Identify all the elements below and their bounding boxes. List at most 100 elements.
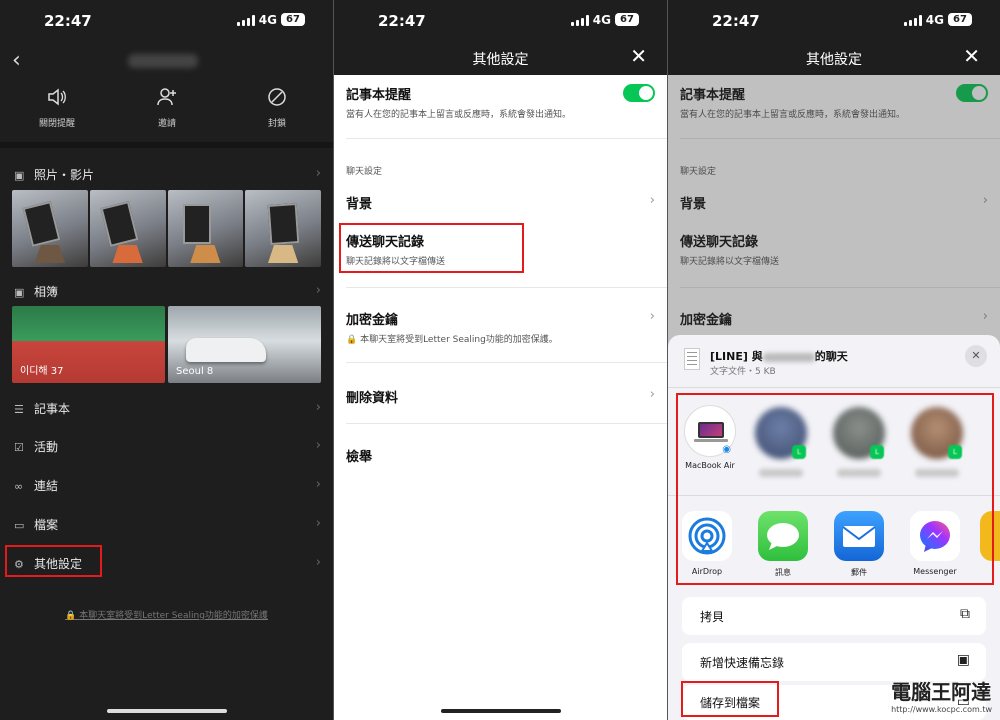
settings-title: 其他設定	[806, 52, 862, 68]
chevron-right-icon: ›	[315, 516, 321, 531]
encryption-key-title: 加密金鑰	[346, 313, 399, 328]
menu-files[interactable]: ▭ 檔案 ›	[14, 516, 321, 538]
network-label: 4G	[258, 13, 277, 27]
delete-data-label: 刪除資料	[346, 391, 399, 406]
menu-notes[interactable]: ☰ 記事本 ›	[14, 400, 321, 422]
close-icon[interactable]: ✕	[963, 44, 980, 68]
notes-reminder-subtitle: 當有人在您的記事本上留言或反應時，系統會發出通知。	[346, 110, 572, 120]
status-bar: 22:47 4G 67	[0, 0, 333, 40]
status-time: 22:47	[712, 12, 760, 30]
notes-reminder-title: 記事本提醒	[346, 88, 412, 103]
invite-label: 邀請	[157, 119, 176, 129]
back-chevron-icon[interactable]: ‹	[12, 48, 21, 73]
block-icon	[237, 86, 317, 114]
chevron-right-icon: ›	[315, 400, 321, 415]
other-settings-panel: 22:47 4G 67 其他設定 ✕ 記事本提醒 當有人在您的記事本上留言或反應…	[333, 0, 667, 720]
speaker-icon	[17, 86, 97, 114]
chevron-right-icon: ›	[649, 309, 655, 324]
photos-videos-row[interactable]: ▣ 照片・影片 ›	[14, 166, 321, 188]
mute-notifications-button[interactable]: 關閉提醒	[17, 86, 97, 129]
folder-icon: ▭	[14, 519, 25, 532]
share-file-title: [LINE] 與 的聊天	[710, 348, 848, 364]
photo-thumbnails	[12, 190, 321, 267]
highlight-box	[681, 681, 779, 717]
chevron-right-icon: ›	[315, 166, 321, 181]
copy-action[interactable]: 拷貝 ⧉	[682, 597, 986, 635]
album-icon: ▣	[14, 286, 25, 299]
quick-note-icon: ▣	[956, 652, 970, 668]
background-label: 背景	[346, 197, 373, 212]
home-indicator	[106, 709, 227, 713]
settings-title: 其他設定	[472, 52, 529, 68]
document-icon	[684, 348, 700, 370]
signal-icon	[571, 15, 589, 26]
report-label: 檢舉	[346, 450, 373, 465]
menu-events-label: 活動	[34, 440, 59, 454]
network-label: 4G	[925, 13, 944, 27]
status-bar: 22:47 4G 67	[668, 0, 1000, 40]
delete-data-row[interactable]: 刪除資料 ›	[346, 387, 655, 406]
album-card[interactable]: Seoul 8	[168, 306, 321, 383]
highlight-box	[339, 223, 524, 273]
share-sheet-header: [LINE] 與 的聊天 文字文件・5 KB ✕	[668, 335, 1000, 385]
menu-links[interactable]: ∞ 連結 ›	[14, 477, 321, 499]
chevron-right-icon: ›	[315, 477, 321, 492]
background-row[interactable]: 背景 ›	[346, 193, 655, 212]
status-time: 22:47	[378, 12, 426, 30]
chat-settings-section-label: 聊天設定	[346, 167, 383, 177]
watermark-text: 電腦王阿達	[891, 680, 992, 704]
home-indicator	[440, 709, 561, 713]
chevron-right-icon: ›	[649, 387, 655, 402]
highlight-box	[676, 393, 994, 585]
battery-icon: 67	[615, 13, 639, 26]
notes-reminder-toggle[interactable]	[623, 84, 655, 102]
photo-thumbnail[interactable]	[245, 190, 321, 267]
network-label: 4G	[592, 13, 611, 27]
encryption-key-subtitle: 🔒 本聊天室將受到Letter Sealing功能的加密保護。	[346, 335, 558, 345]
block-button[interactable]: 封鎖	[237, 86, 317, 129]
copy-icon: ⧉	[960, 606, 970, 622]
divider	[346, 287, 667, 288]
copy-label: 拷貝	[700, 610, 725, 624]
notes-icon: ☰	[14, 403, 24, 416]
block-label: 封鎖	[267, 119, 286, 129]
albums-row[interactable]: ▣ 相簿 ›	[14, 283, 321, 305]
signal-icon	[237, 15, 255, 26]
photo-thumbnail[interactable]	[12, 190, 88, 267]
encryption-footer[interactable]: 🔒 本聊天室將受到Letter Sealing功能的加密保護	[0, 608, 333, 621]
notes-reminder-row: 記事本提醒 當有人在您的記事本上留言或反應時，系統會發出通知。	[346, 84, 655, 120]
site-watermark: 電腦王阿達 http://www.kocpc.com.tw	[891, 676, 992, 714]
share-sheet-panel: 22:47 4G 67 其他設定 ✕ 記事本提醒 當有人在您的記事本上留言或反應…	[667, 0, 1000, 720]
encryption-key-row[interactable]: 加密金鑰 🔒 本聊天室將受到Letter Sealing功能的加密保護。 ›	[346, 309, 655, 345]
photo-thumbnail[interactable]	[89, 190, 166, 267]
album-caption: 이디해 37	[20, 366, 64, 377]
close-icon[interactable]: ✕	[630, 44, 647, 68]
file-title-prefix: [LINE] 與	[710, 350, 763, 363]
chevron-right-icon: ›	[315, 438, 321, 453]
divider	[346, 362, 667, 363]
calendar-icon: ☑	[14, 441, 24, 454]
close-icon[interactable]: ✕	[965, 345, 987, 367]
link-icon: ∞	[14, 480, 24, 493]
photo-icon: ▣	[14, 169, 25, 182]
chevron-right-icon: ›	[315, 283, 321, 298]
signal-icon	[904, 15, 922, 26]
watermark-url: http://www.kocpc.com.tw	[891, 705, 992, 714]
battery-icon: 67	[281, 13, 305, 26]
share-file-meta: 文字文件・5 KB	[710, 367, 776, 377]
highlight-box	[5, 545, 102, 577]
divider	[346, 423, 667, 424]
photo-thumbnail[interactable]	[167, 190, 244, 267]
menu-links-label: 連結	[34, 479, 59, 493]
invite-button[interactable]: 邀請	[127, 86, 207, 129]
file-title-suffix: 的聊天	[814, 350, 848, 363]
menu-events[interactable]: ☑ 活動 ›	[14, 438, 321, 460]
chevron-right-icon: ›	[315, 555, 321, 570]
chat-info-panel: 22:47 4G 67 ‹ 關閉提醒 邀請 封鎖 ▣ 照片・影片 › ▣ 相簿 ›	[0, 0, 333, 720]
report-row[interactable]: 檢舉	[346, 446, 655, 465]
album-list: 이디해 37 Seoul 8	[12, 306, 321, 383]
album-caption: Seoul 8	[176, 366, 214, 377]
album-card[interactable]: 이디해 37	[12, 306, 165, 383]
status-time: 22:47	[44, 12, 92, 30]
mute-label: 關閉提醒	[38, 119, 75, 129]
